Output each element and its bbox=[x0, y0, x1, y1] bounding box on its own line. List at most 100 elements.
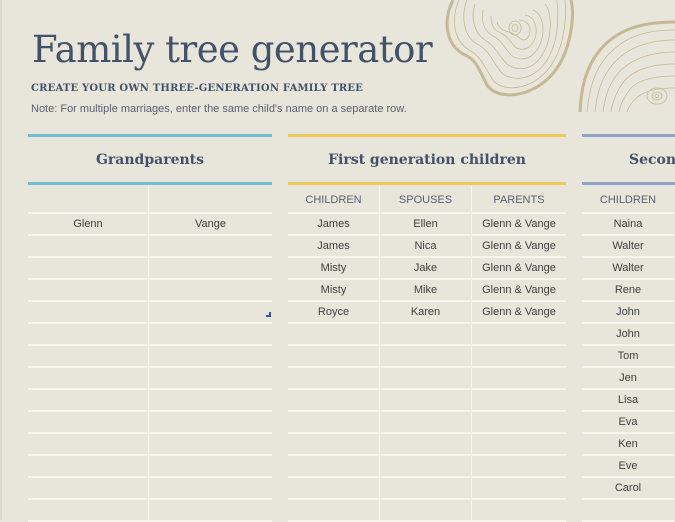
grandparents-cell[interactable]: Glenn bbox=[28, 214, 149, 236]
grandparents-cell[interactable] bbox=[28, 258, 149, 280]
first-generation-cell[interactable] bbox=[472, 500, 566, 522]
second-generation-cell[interactable]: Lisa bbox=[582, 390, 674, 412]
grandparents-section: Grandparents Glenn Vange bbox=[28, 134, 272, 522]
grandparents-cell[interactable] bbox=[149, 258, 272, 280]
first-generation-cell[interactable] bbox=[472, 368, 566, 390]
grandparents-cell[interactable] bbox=[149, 478, 272, 500]
grandparents-cell[interactable] bbox=[28, 280, 149, 302]
first-generation-cell[interactable] bbox=[380, 368, 472, 390]
first-generation-cell[interactable] bbox=[380, 324, 472, 346]
second-generation-cell[interactable] bbox=[582, 500, 674, 522]
grandparents-cell[interactable] bbox=[28, 236, 149, 258]
second-generation-cell[interactable]: Walter bbox=[582, 236, 674, 258]
first-generation-cell[interactable]: Nica bbox=[380, 236, 472, 258]
first-generation-column-header[interactable]: SPOUSES bbox=[380, 185, 472, 214]
first-generation-cell[interactable] bbox=[472, 478, 566, 500]
first-generation-cell[interactable] bbox=[380, 390, 472, 412]
grandparents-cell[interactable] bbox=[149, 390, 272, 412]
second-generation-cell[interactable]: Jen bbox=[582, 368, 674, 390]
first-generation-cell[interactable]: Glenn & Vange bbox=[472, 258, 566, 280]
grandparents-column-header[interactable] bbox=[149, 185, 272, 214]
first-generation-cell[interactable] bbox=[380, 478, 472, 500]
grandparents-cell[interactable]: Vange bbox=[149, 214, 272, 236]
second-generation-cell[interactable]: Carol bbox=[582, 478, 674, 500]
grandparents-column-header[interactable] bbox=[28, 185, 149, 214]
grandparents-cell[interactable] bbox=[28, 456, 149, 478]
grandparents-table: Glenn Vange bbox=[28, 185, 272, 522]
first-generation-cell[interactable]: Mike bbox=[380, 280, 472, 302]
second-generation-cell[interactable]: John bbox=[582, 302, 674, 324]
grandparents-cell[interactable] bbox=[149, 236, 272, 258]
grandparents-cell[interactable] bbox=[28, 412, 149, 434]
grandparents-cell[interactable] bbox=[149, 324, 272, 346]
first-generation-cell[interactable] bbox=[288, 434, 380, 456]
grandparents-cell[interactable] bbox=[149, 368, 272, 390]
first-generation-cell[interactable] bbox=[472, 390, 566, 412]
second-generation-cell[interactable]: Eve bbox=[582, 456, 674, 478]
first-generation-cell[interactable] bbox=[380, 456, 472, 478]
second-generation-cell[interactable]: Rene bbox=[582, 280, 674, 302]
first-generation-cell[interactable] bbox=[472, 346, 566, 368]
first-generation-cell[interactable] bbox=[380, 500, 472, 522]
grandparents-cell[interactable] bbox=[149, 302, 272, 324]
grandparents-cell[interactable] bbox=[149, 456, 272, 478]
first-generation-cell[interactable] bbox=[288, 346, 380, 368]
grandparents-cell[interactable] bbox=[28, 500, 149, 522]
first-generation-cell[interactable] bbox=[380, 412, 472, 434]
first-generation-cell[interactable] bbox=[472, 456, 566, 478]
grandparents-cell[interactable] bbox=[149, 412, 272, 434]
first-generation-cell[interactable] bbox=[288, 390, 380, 412]
first-generation-cell[interactable] bbox=[380, 434, 472, 456]
second-generation-cell[interactable]: Ken bbox=[582, 434, 674, 456]
second-generation-cell[interactable]: Tom bbox=[582, 346, 674, 368]
first-generation-column-header[interactable]: CHILDREN bbox=[288, 185, 380, 214]
first-generation-cell[interactable]: Misty bbox=[288, 280, 380, 302]
first-generation-cell[interactable] bbox=[288, 478, 380, 500]
first-generation-cell[interactable]: Glenn & Vange bbox=[472, 236, 566, 258]
first-generation-column-header[interactable]: PARENTS bbox=[472, 185, 566, 214]
grandparents-cell[interactable] bbox=[28, 434, 149, 456]
table-resize-handle-icon[interactable] bbox=[266, 312, 271, 317]
first-generation-cell[interactable] bbox=[288, 456, 380, 478]
first-generation-cell[interactable]: James bbox=[288, 214, 380, 236]
second-generation-cell[interactable]: Eva bbox=[582, 412, 674, 434]
first-generation-cell[interactable] bbox=[472, 412, 566, 434]
first-generation-title: First generation children bbox=[328, 152, 526, 168]
first-generation-cell[interactable] bbox=[288, 368, 380, 390]
grandparents-cell[interactable] bbox=[28, 390, 149, 412]
first-generation-cell[interactable] bbox=[472, 434, 566, 456]
grandparents-cell[interactable] bbox=[28, 478, 149, 500]
first-generation-cell[interactable]: James bbox=[288, 236, 380, 258]
first-generation-table: CHILDREN SPOUSES PARENTS James Ellen Glenn & … bbox=[288, 185, 566, 522]
grandparents-cell[interactable] bbox=[28, 324, 149, 346]
first-generation-cell[interactable]: Misty bbox=[288, 258, 380, 280]
first-generation-cell[interactable]: Karen bbox=[380, 302, 472, 324]
first-generation-cell[interactable] bbox=[380, 346, 472, 368]
grandparents-cell[interactable] bbox=[149, 434, 272, 456]
second-generation-section: Second generation children CHILDRENNaina… bbox=[582, 134, 675, 522]
first-generation-cell[interactable]: Royce bbox=[288, 302, 380, 324]
page-subtitle: CREATE YOUR OWN THREE-GENERATION FAMILY … bbox=[31, 83, 364, 94]
grandparents-cell[interactable] bbox=[149, 500, 272, 522]
first-generation-cell[interactable] bbox=[288, 324, 380, 346]
grandparents-cell[interactable] bbox=[28, 368, 149, 390]
second-generation-column-header[interactable]: CHILDREN bbox=[582, 185, 674, 214]
sheet-left-edge bbox=[0, 0, 2, 520]
grandparents-title: Grandparents bbox=[95, 152, 205, 168]
first-generation-cell[interactable] bbox=[288, 500, 380, 522]
grandparents-cell[interactable] bbox=[28, 302, 149, 324]
second-generation-cell[interactable]: John bbox=[582, 324, 674, 346]
first-generation-cell[interactable]: Glenn & Vange bbox=[472, 280, 566, 302]
second-generation-cell[interactable]: Walter bbox=[582, 258, 674, 280]
first-generation-cell[interactable] bbox=[288, 412, 380, 434]
first-generation-cell[interactable]: Jake bbox=[380, 258, 472, 280]
first-generation-cell[interactable]: Glenn & Vange bbox=[472, 214, 566, 236]
tree-rings-decoration-icon bbox=[445, 0, 675, 113]
second-generation-cell[interactable]: Naina bbox=[582, 214, 674, 236]
first-generation-cell[interactable] bbox=[472, 324, 566, 346]
first-generation-cell[interactable]: Ellen bbox=[380, 214, 472, 236]
grandparents-cell[interactable] bbox=[149, 346, 272, 368]
first-generation-cell[interactable]: Glenn & Vange bbox=[472, 302, 566, 324]
grandparents-cell[interactable] bbox=[28, 346, 149, 368]
grandparents-cell[interactable] bbox=[149, 280, 272, 302]
